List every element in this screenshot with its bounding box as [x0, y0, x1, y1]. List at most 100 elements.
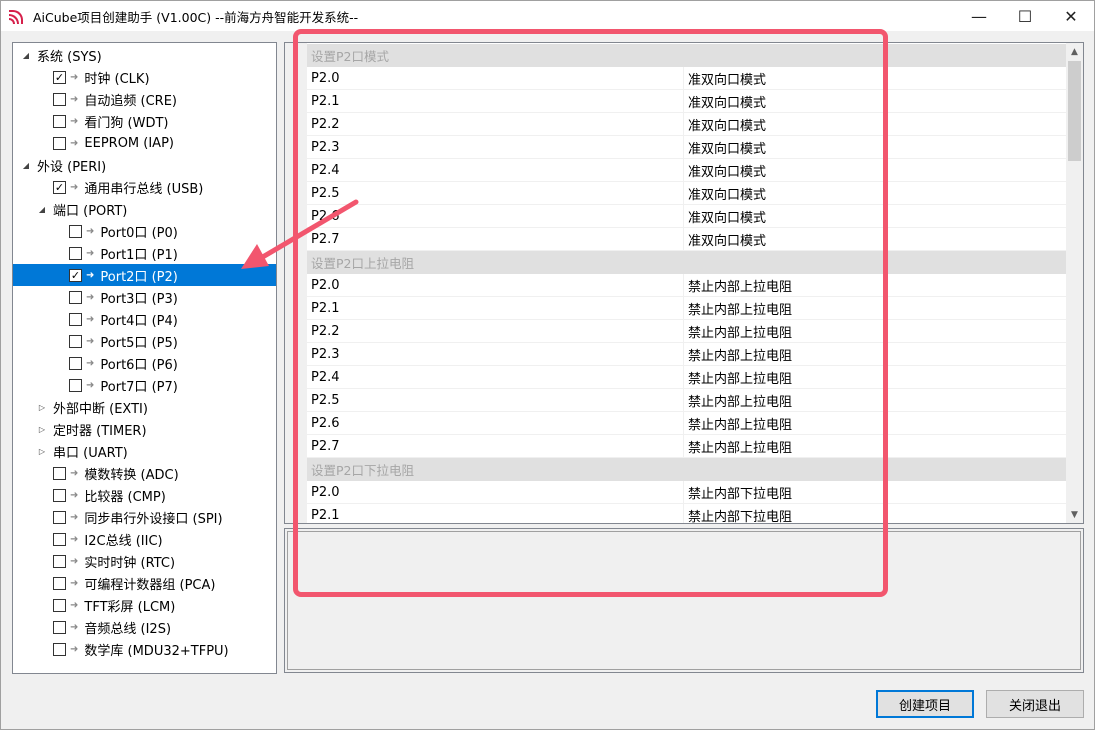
grid-property-row[interactable]: P2.7 准双向口模式	[307, 228, 1067, 251]
tree-item[interactable]: ➜ 看门狗 (WDT)	[13, 110, 276, 132]
tree-checkbox[interactable]: ✓	[53, 180, 66, 194]
tree-item[interactable]: ➜ 可编程计数器组 (PCA)	[13, 572, 276, 594]
tree-checkbox[interactable]	[53, 598, 66, 612]
grid-property-row[interactable]: P2.1 禁止内部上拉电阻	[307, 297, 1067, 320]
grid-property-row[interactable]: P2.4 准双向口模式	[307, 159, 1067, 182]
tree-item[interactable]: ➜ Port4口 (P4)	[13, 308, 276, 330]
grid-property-row[interactable]: P2.0 禁止内部下拉电阻	[307, 481, 1067, 504]
tree-checkbox[interactable]	[69, 224, 82, 238]
tree-item[interactable]: ➜ Port3口 (P3)	[13, 286, 276, 308]
property-value[interactable]: 禁止内部下拉电阻	[684, 506, 792, 524]
property-value[interactable]: 禁止内部下拉电阻	[684, 483, 792, 502]
property-value[interactable]: 禁止内部上拉电阻	[684, 299, 792, 318]
expand-icon[interactable]: ▷	[37, 424, 47, 434]
close-exit-button[interactable]: 关闭退出	[986, 690, 1084, 718]
grid-property-row[interactable]: P2.1 禁止内部下拉电阻	[307, 504, 1067, 524]
tree-checkbox[interactable]	[53, 642, 66, 656]
tree-item[interactable]: ✓ ➜ 时钟 (CLK)	[13, 66, 276, 88]
tree-item[interactable]: ➜ Port1口 (P1)	[13, 242, 276, 264]
property-value[interactable]: 准双向口模式	[684, 138, 766, 157]
grid-property-row[interactable]: P2.1 准双向口模式	[307, 90, 1067, 113]
property-value[interactable]: 禁止内部上拉电阻	[684, 437, 792, 456]
tree-item[interactable]: ➜ 自动追频 (CRE)	[13, 88, 276, 110]
property-value[interactable]: 准双向口模式	[684, 161, 766, 180]
tree-checkbox[interactable]	[53, 532, 66, 546]
expand-icon[interactable]: ▷	[37, 446, 47, 456]
collapse-icon[interactable]: ◢	[21, 50, 31, 60]
tree-checkbox[interactable]: ✓	[69, 268, 82, 282]
property-value[interactable]: 禁止内部上拉电阻	[684, 345, 792, 364]
tree-item[interactable]: ◢ 外设 (PERI)	[13, 154, 276, 176]
tree-checkbox[interactable]	[69, 290, 82, 304]
collapse-icon[interactable]: ◢	[37, 204, 47, 214]
tree-item[interactable]: ➜ Port0口 (P0)	[13, 220, 276, 242]
tree-item[interactable]: ➜ 模数转换 (ADC)	[13, 462, 276, 484]
expand-icon[interactable]: ▷	[37, 402, 47, 412]
grid-category[interactable]: 设置P2口模式	[307, 44, 1067, 67]
tree-checkbox[interactable]	[53, 620, 66, 634]
tree-item[interactable]: ➜ EEPROM (IAP)	[13, 132, 276, 154]
minimize-button[interactable]: —	[956, 1, 1002, 31]
grid-category[interactable]: 设置P2口上拉电阻	[307, 251, 1067, 274]
tree-checkbox[interactable]	[69, 378, 82, 392]
grid-property-row[interactable]: P2.4 禁止内部上拉电阻	[307, 366, 1067, 389]
tree-item[interactable]: ✓ ➜ Port2口 (P2)	[13, 264, 276, 286]
property-value[interactable]: 禁止内部上拉电阻	[684, 414, 792, 433]
grid-category[interactable]: 设置P2口下拉电阻	[307, 458, 1067, 481]
tree-checkbox[interactable]	[53, 488, 66, 502]
property-value[interactable]: 禁止内部上拉电阻	[684, 368, 792, 387]
property-value[interactable]: 禁止内部上拉电阻	[684, 276, 792, 295]
collapse-icon[interactable]: ◢	[21, 160, 31, 170]
scroll-up-icon[interactable]: ▲	[1066, 43, 1083, 60]
tree-checkbox[interactable]	[53, 136, 66, 150]
grid-property-row[interactable]: P2.5 禁止内部上拉电阻	[307, 389, 1067, 412]
property-value[interactable]: 禁止内部上拉电阻	[684, 391, 792, 410]
tree-checkbox[interactable]: ✓	[53, 70, 66, 84]
property-grid[interactable]: 设置P2口模式 P2.0 准双向口模式 P2.1 准双向口模式 P2.2 准双向口模式 P2.…	[284, 42, 1084, 524]
grid-property-row[interactable]: P2.0 禁止内部上拉电阻	[307, 274, 1067, 297]
tree-checkbox[interactable]	[53, 114, 66, 128]
scroll-down-icon[interactable]: ▼	[1066, 506, 1083, 523]
tree-item[interactable]: ➜ Port5口 (P5)	[13, 330, 276, 352]
tree-checkbox[interactable]	[69, 312, 82, 326]
grid-property-row[interactable]: P2.2 准双向口模式	[307, 113, 1067, 136]
close-button[interactable]: ✕	[1048, 1, 1094, 31]
tree-checkbox[interactable]	[69, 356, 82, 370]
property-value[interactable]: 准双向口模式	[684, 92, 766, 111]
tree-item[interactable]: ▷ 定时器 (TIMER)	[13, 418, 276, 440]
grid-scrollbar[interactable]: ▲ ▼	[1066, 43, 1083, 523]
property-value[interactable]: 准双向口模式	[684, 115, 766, 134]
tree-checkbox[interactable]	[53, 554, 66, 568]
property-value[interactable]: 准双向口模式	[684, 69, 766, 88]
tree-item[interactable]: ➜ TFT彩屏 (LCM)	[13, 594, 276, 616]
tree-item[interactable]: ➜ 实时时钟 (RTC)	[13, 550, 276, 572]
grid-property-row[interactable]: P2.6 禁止内部上拉电阻	[307, 412, 1067, 435]
tree-item[interactable]: ➜ 同步串行外设接口 (SPI)	[13, 506, 276, 528]
tree-item[interactable]: ▷ 串口 (UART)	[13, 440, 276, 462]
grid-property-row[interactable]: P2.2 禁止内部上拉电阻	[307, 320, 1067, 343]
tree-item[interactable]: ➜ I2C总线 (IIC)	[13, 528, 276, 550]
tree-item[interactable]: ➜ 比较器 (CMP)	[13, 484, 276, 506]
property-value[interactable]: 准双向口模式	[684, 184, 766, 203]
tree-item[interactable]: ➜ Port6口 (P6)	[13, 352, 276, 374]
grid-property-row[interactable]: P2.3 禁止内部上拉电阻	[307, 343, 1067, 366]
tree-item[interactable]: ◢ 系统 (SYS)	[13, 44, 276, 66]
grid-property-row[interactable]: P2.7 禁止内部上拉电阻	[307, 435, 1067, 458]
tree-checkbox[interactable]	[53, 510, 66, 524]
tree-item[interactable]: ◢ 端口 (PORT)	[13, 198, 276, 220]
create-project-button[interactable]: 创建项目	[876, 690, 974, 718]
tree-checkbox[interactable]	[53, 92, 66, 106]
grid-property-row[interactable]: P2.6 准双向口模式	[307, 205, 1067, 228]
property-value[interactable]: 准双向口模式	[684, 207, 766, 226]
maximize-button[interactable]: ☐	[1002, 1, 1048, 31]
tree-item[interactable]: ✓ ➜ 通用串行总线 (USB)	[13, 176, 276, 198]
scroll-thumb[interactable]	[1068, 61, 1081, 161]
grid-property-row[interactable]: P2.0 准双向口模式	[307, 67, 1067, 90]
tree-checkbox[interactable]	[69, 246, 82, 260]
property-value[interactable]: 禁止内部上拉电阻	[684, 322, 792, 341]
tree-item[interactable]: ➜ Port7口 (P7)	[13, 374, 276, 396]
grid-property-row[interactable]: P2.5 准双向口模式	[307, 182, 1067, 205]
tree-checkbox[interactable]	[53, 576, 66, 590]
tree-item[interactable]: ▷ 外部中断 (EXTI)	[13, 396, 276, 418]
tree-item[interactable]: ➜ 音频总线 (I2S)	[13, 616, 276, 638]
